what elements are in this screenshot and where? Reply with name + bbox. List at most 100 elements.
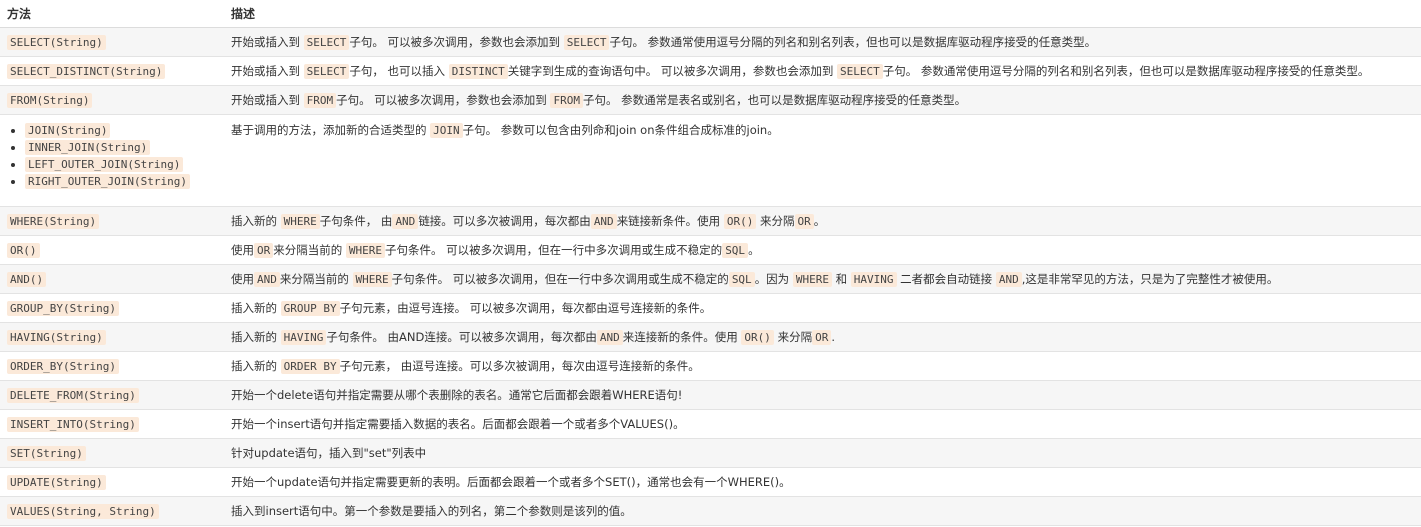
method-code: DELETE_FROM(String) [7, 388, 139, 403]
description-text: 子句。 参数可以包含由列命和join on条件组合成标准的join。 [462, 123, 779, 137]
method-list-item: JOIN(String) [25, 122, 217, 139]
method-cell: HAVING(String) [0, 322, 224, 352]
description-cell: 使用 OR 来分隔当前的 WHERE 子句条件。 可以被多次调用，但在一行中多次调用或… [224, 235, 1421, 265]
inline-code: JOIN [430, 123, 463, 138]
description-text: 链接。可以多次被调用，每次都由 [418, 214, 591, 228]
description-text: 二者都会自动链接 [896, 272, 996, 286]
method-code: GROUP_BY(String) [7, 301, 119, 316]
table-row: JOIN(String) INNER_JOIN(String) LEFT_OUTER… [0, 114, 1421, 207]
method-code: INNER_JOIN(String) [25, 140, 151, 155]
method-cell: SELECT(String) [0, 27, 224, 57]
method-cell: ORDER_BY(String) [0, 351, 224, 381]
method-cell: UPDATE(String) [0, 467, 224, 497]
inline-code: AND [392, 214, 419, 229]
header-method: 方法 [0, 0, 224, 28]
table-row: INSERT_INTO(String) 开始一个insert语句并指定需要插入数据… [0, 409, 1421, 439]
table-body: SELECT(String) 开始或插入到 SELECT 子句。 可以被多次调用，参… [0, 27, 1421, 526]
method-code: JOIN(String) [25, 123, 111, 138]
description-text: 来分隔 [756, 214, 795, 228]
description-text: 来连接新的条件。使用 [622, 330, 742, 344]
inline-code: HAVING [850, 272, 897, 287]
inline-code: WHERE [792, 272, 832, 287]
method-list-item: RIGHT_OUTER_JOIN(String) [25, 173, 217, 190]
description-text: 子句。 参数通常是表名或别名，也可以是数据库驱动程序接受的任意类型。 [582, 93, 967, 107]
description-text: 子句条件。 可以被多次调用，但在一行中多次调用或生成不稳定的 [391, 272, 729, 286]
description-text: 子句条件。 由AND连接。可以被多次调用，每次都由 [326, 330, 597, 344]
description-text: 子句。 可以被多次调用，参数也会添加到 [349, 35, 564, 49]
description-cell: 插入新的 GROUP BY 子句元素，由逗号连接。 可以被多次调用，每次都由逗号连… [224, 293, 1421, 323]
description-cell: 插入新的 HAVING 子句条件。 由AND连接。可以被多次调用，每次都由 AND 来… [224, 322, 1421, 352]
description-cell: 开始一个insert语句并指定需要插入数据的表名。后面都会跟着一个或者多个VAL… [224, 409, 1421, 439]
method-cell: SELECT_DISTINCT(String) [0, 56, 224, 86]
description-text: 针对update语句，插入到"set"列表中 [231, 446, 427, 460]
inline-code: OR() [723, 214, 757, 229]
table-row: WHERE(String) 插入新的 WHERE 子句条件， 由 AND 链接。可以多次… [0, 206, 1421, 236]
description-text: 基于调用的方法，添加新的合适类型的 [231, 123, 431, 137]
inline-code: AND [590, 214, 617, 229]
description-text: 开始一个insert语句并指定需要插入数据的表名。后面都会跟着一个或者多个VAL… [231, 417, 685, 431]
description-cell: 开始一个delete语句并指定需要从哪个表删除的表名。通常它后面都会跟着WHER… [224, 380, 1421, 410]
description-text: . [831, 330, 835, 344]
method-cell: DELETE_FROM(String) [0, 380, 224, 410]
table-row: HAVING(String) 插入新的 HAVING 子句条件。 由AND连接。可以… [0, 322, 1421, 352]
method-code: UPDATE(String) [7, 475, 106, 490]
inline-code: SELECT [303, 64, 350, 79]
description-cell: 开始或插入到 FROM 子句。 可以被多次调用，参数也会添加到 FROM 子句。 参… [224, 85, 1421, 115]
description-text: 子句条件， 由 [319, 214, 393, 228]
description-cell: 插入到insert语句中。第一个参数是要插入的列名，第二个参数则是该列的值。 [224, 496, 1421, 526]
method-cell: JOIN(String) INNER_JOIN(String) LEFT_OUTER… [0, 114, 224, 207]
description-text: 插入新的 [231, 214, 281, 228]
description-text: 来分隔 [773, 330, 813, 344]
description-text: 子句元素，由逗号连接。 可以被多次调用，每次都由逗号连接新的条件。 [339, 301, 712, 315]
method-code: WHERE(String) [7, 214, 100, 229]
description-text: 来分隔当前的 [273, 243, 346, 257]
description-text: 插入新的 [231, 359, 281, 373]
method-cell: OR() [0, 235, 224, 265]
sql-builder-methods-table: 方法 描述 SELECT(String) 开始或插入到 SELECT 子句。 可以被… [0, 0, 1421, 526]
description-text: 子句元素， 由逗号连接。可以多次被调用，每次由逗号连接新的条件。 [339, 359, 700, 373]
description-cell: 针对update语句，插入到"set"列表中 [224, 438, 1421, 468]
description-text: 使用 [231, 243, 254, 257]
inline-code: AND [254, 272, 280, 287]
method-cell: INSERT_INTO(String) [0, 409, 224, 439]
description-text: 。 [813, 214, 826, 228]
description-text: 开始一个delete语句并指定需要从哪个表删除的表名。通常它后面都会跟着WHER… [231, 388, 683, 402]
description-text: 。 [748, 243, 760, 257]
table-row: FROM(String) 开始或插入到 FROM 子句。 可以被多次调用，参数也会添… [0, 85, 1421, 115]
description-cell: 插入新的 ORDER BY 子句元素， 由逗号连接。可以多次被调用，每次由逗号连接… [224, 351, 1421, 381]
description-cell: 使用 AND 来分隔当前的 WHERE 子句条件。 可以被多次调用，但在一行中多次调用… [224, 264, 1421, 294]
inline-code: WHERE [280, 214, 320, 229]
inline-code: OR [794, 214, 814, 229]
description-text: 开始一个update语句并指定需要更新的表明。后面都会跟着一个或者多个SET()… [231, 475, 791, 489]
inline-code: OR [812, 330, 832, 345]
inline-code: OR() [741, 330, 774, 345]
method-code: VALUES(String, String) [7, 504, 159, 519]
table-row: UPDATE(String) 开始一个update语句并指定需要更新的表明。后面都… [0, 467, 1421, 497]
inline-code: WHERE [352, 272, 392, 287]
table-row: AND() 使用 AND 来分隔当前的 WHERE 子句条件。 可以被多次调用，但在一行… [0, 264, 1421, 294]
method-cell: FROM(String) [0, 85, 224, 115]
method-cell: WHERE(String) [0, 206, 224, 236]
table-row: SELECT_DISTINCT(String) 开始或插入到 SELECT 子句， … [0, 56, 1421, 86]
description-text: 开始或插入到 [231, 64, 304, 78]
header-description: 描述 [224, 0, 1421, 28]
description-cell: 开始或插入到 SELECT 子句， 也可以插入 DISTINCT 关键字到生成的查询… [224, 56, 1421, 86]
method-code: OR() [7, 243, 40, 258]
inline-code: ORDER BY [280, 359, 340, 374]
description-text: 插入新的 [231, 301, 281, 315]
method-code: LEFT_OUTER_JOIN(String) [25, 157, 184, 172]
table-row: SELECT(String) 开始或插入到 SELECT 子句。 可以被多次调用，参… [0, 27, 1421, 57]
description-cell: 开始或插入到 SELECT 子句。 可以被多次调用，参数也会添加到 SELECT 子… [224, 27, 1421, 57]
inline-code: HAVING [280, 330, 327, 345]
method-code: RIGHT_OUTER_JOIN(String) [25, 174, 190, 189]
method-cell: GROUP_BY(String) [0, 293, 224, 323]
description-text: 插入到insert语句中。第一个参数是要插入的列名，第二个参数则是该列的值。 [231, 504, 632, 518]
method-code: FROM(String) [7, 93, 93, 108]
inline-code: OR [254, 243, 274, 258]
inline-code: FROM [550, 93, 583, 108]
inline-code: SQL [728, 272, 755, 287]
method-list-item: LEFT_OUTER_JOIN(String) [25, 156, 217, 173]
description-text: 子句条件。 可以被多次调用，但在一行中多次调用或生成不稳定的 [385, 243, 723, 257]
inline-code: AND [995, 272, 1022, 287]
table-row: ORDER_BY(String) 插入新的 ORDER BY 子句元素， 由逗号连接… [0, 351, 1421, 381]
